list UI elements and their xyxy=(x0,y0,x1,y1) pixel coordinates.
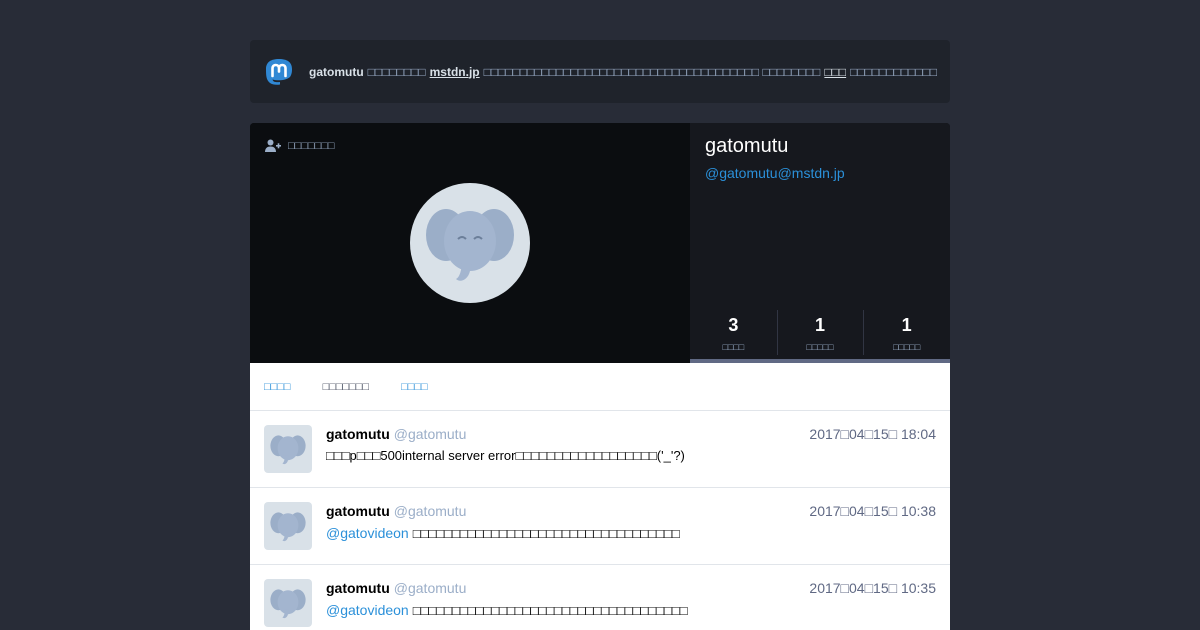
status-timestamp[interactable]: 2017□04□15□ 10:38 xyxy=(809,503,936,519)
status-avatar[interactable] xyxy=(264,425,312,473)
status-acct[interactable]: @gatomutu xyxy=(394,426,467,442)
elephant-avatar-icon xyxy=(270,589,306,619)
tab-media[interactable]: □□□□ xyxy=(401,381,428,393)
status-timestamp[interactable]: 2017□04□15□ 18:04 xyxy=(809,426,936,442)
account-timeline: □□□□ □□□□□□□ □□□□ gatomutu @gatomutu 2017… xyxy=(250,363,950,630)
counter-label: □□□□ xyxy=(722,342,745,352)
status-timestamp[interactable]: 2017□04□15□ 10:35 xyxy=(809,580,936,596)
status-item[interactable]: gatomutu @gatomutu 2017□04□15□ 10:38 @gat… xyxy=(250,488,950,565)
profile-header-image: □□□□□□□ xyxy=(250,123,690,363)
banner-link[interactable]: □□□ xyxy=(824,65,846,79)
follow-button-label: □□□□□□□ xyxy=(288,140,335,152)
counter-statuses[interactable]: 3 □□□□ xyxy=(690,310,777,363)
timeline-tabs: □□□□ □□□□□□□ □□□□ xyxy=(250,363,950,411)
profile-counters: 3 □□□□ 1 □□□□□ 1 □□□□□ xyxy=(690,310,950,363)
status-avatar[interactable] xyxy=(264,502,312,550)
status-mention-link[interactable]: @gatovideon xyxy=(326,525,409,541)
counter-following[interactable]: 1 □□□□□ xyxy=(776,310,864,363)
status-acct[interactable]: @gatomutu xyxy=(394,580,467,596)
status-display-name[interactable]: gatomutu xyxy=(326,426,390,442)
counter-followers[interactable]: 1 □□□□□ xyxy=(863,310,950,363)
banner-text-2: □□□□□□□□□□□□□□□□□□□□□□□□□□□□□□□□□□□□□□ □… xyxy=(483,64,821,79)
status-text: □□□p□□□500internal server error□□□□□□□□□… xyxy=(326,448,685,463)
status-text: □□□□□□□□□□□□□□□□□□□□□□□□□□□□□□□□□□ xyxy=(412,526,680,541)
counter-label: □□□□□ xyxy=(893,342,921,352)
profile-avatar[interactable] xyxy=(410,183,530,303)
status-header: gatomutu @gatomutu xyxy=(326,503,466,519)
user-plus-icon xyxy=(265,139,281,152)
remote-user-banner: gatomutu □□□□□□□□ mstdn.jp □□□□□□□□□□□□□□□□… xyxy=(250,40,950,103)
counter-label: □□□□□ xyxy=(806,342,834,352)
status-item[interactable]: gatomutu @gatomutu 2017□04□15□ 18:04 □□□p… xyxy=(250,411,950,488)
counter-value: 1 xyxy=(815,315,826,335)
status-text: □□□□□□□□□□□□□□□□□□□□□□□□□□□□□□□□□□□ xyxy=(412,603,688,618)
profile-acct[interactable]: @gatomutu@mstdn.jp xyxy=(705,165,845,181)
follow-button[interactable]: □□□□□□□ xyxy=(265,139,335,153)
elephant-avatar-icon xyxy=(270,435,306,465)
status-item[interactable]: gatomutu @gatomutu 2017□04□15□ 10:35 @gat… xyxy=(250,565,950,630)
mastodon-logo-icon[interactable] xyxy=(264,57,294,87)
tab-posts[interactable]: □□□□ xyxy=(264,381,291,393)
counter-value: 1 xyxy=(901,315,912,335)
counter-value: 3 xyxy=(728,315,739,335)
banner-domain-link[interactable]: mstdn.jp xyxy=(430,65,480,79)
status-display-name[interactable]: gatomutu xyxy=(326,503,390,519)
status-content: @gatovideon □□□□□□□□□□□□□□□□□□□□□□□□□□□□□… xyxy=(326,525,680,541)
profile-info-panel: gatomutu @gatomutu@mstdn.jp 3 □□□□ 1 □□□… xyxy=(690,123,950,363)
banner-text-3: □□□□□□□□□□□□ xyxy=(850,64,938,79)
banner-message: gatomutu □□□□□□□□ mstdn.jp □□□□□□□□□□□□□□□□… xyxy=(309,65,937,79)
status-mention-link[interactable]: @gatovideon xyxy=(326,602,409,618)
status-header: gatomutu @gatomutu xyxy=(326,580,466,596)
status-display-name[interactable]: gatomutu xyxy=(326,580,390,596)
elephant-avatar-icon xyxy=(270,512,306,542)
profile-header: □□□□□□□ gatomutu @gatomutu@mstdn.jp 3 □□… xyxy=(250,123,950,363)
elephant-avatar-icon xyxy=(426,209,514,281)
banner-text-1: □□□□□□□□ xyxy=(367,64,426,79)
banner-username: gatomutu xyxy=(309,64,364,79)
tab-posts-and-replies[interactable]: □□□□□□□ xyxy=(323,381,370,393)
status-avatar[interactable] xyxy=(264,579,312,627)
status-header: gatomutu @gatomutu xyxy=(326,426,466,442)
status-acct[interactable]: @gatomutu xyxy=(394,503,467,519)
status-content: @gatovideon □□□□□□□□□□□□□□□□□□□□□□□□□□□□□… xyxy=(326,602,688,618)
profile-display-name: gatomutu xyxy=(705,135,789,157)
status-content: □□□p□□□500internal server error□□□□□□□□□… xyxy=(326,448,685,463)
